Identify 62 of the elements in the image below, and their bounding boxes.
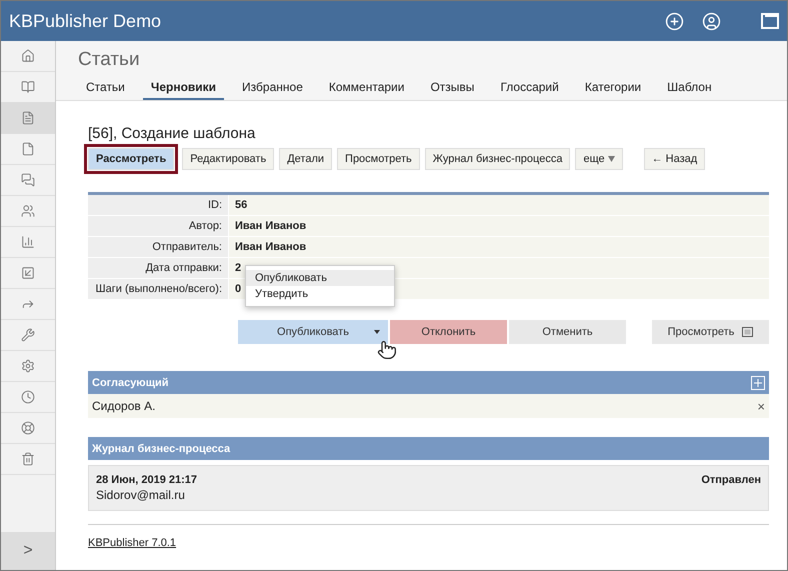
reject-button[interactable]: Отклонить — [390, 320, 507, 344]
toolbar-button[interactable]: Журнал бизнес-процесса — [424, 148, 570, 170]
window-icon — [742, 327, 754, 337]
remove-button[interactable]: × — [757, 398, 765, 414]
caret-icon — [374, 330, 380, 334]
field-label: ID: — [88, 195, 229, 215]
document-icon — [21, 111, 35, 125]
toolbar-button[interactable]: Детали — [279, 148, 332, 170]
user-icon[interactable] — [702, 12, 721, 30]
home-icon — [21, 49, 35, 63]
version-link[interactable]: KBPublisher 7.0.1 — [88, 537, 176, 549]
field-label: Отправитель: — [88, 237, 229, 257]
tab[interactable]: Глоссарий — [492, 77, 567, 100]
preview-button[interactable]: Просмотреть — [652, 320, 769, 344]
toolbar-button[interactable]: Просмотреть — [337, 148, 420, 170]
expand-button[interactable]: > — [1, 532, 55, 570]
tab[interactable]: Черновики — [142, 77, 224, 100]
menu-item[interactable]: Опубликовать — [246, 270, 394, 286]
chat-icon — [21, 173, 35, 187]
trash-icon — [21, 452, 35, 466]
log-date: 28 Июн, 2019 21:17 — [96, 474, 198, 486]
add-icon[interactable] — [751, 376, 765, 390]
add-icon[interactable] — [665, 12, 684, 30]
page-title: Статьи — [78, 49, 141, 71]
tab[interactable]: Статьи — [78, 77, 133, 100]
publish-button[interactable]: Опубликовать — [238, 320, 388, 344]
tab[interactable]: Комментарии — [320, 77, 412, 100]
lifebuoy-icon — [21, 421, 35, 435]
log-user: Sidorov@mail.ru — [96, 488, 186, 502]
field-value: Иван Иванов — [229, 216, 769, 236]
image-box-icon — [21, 266, 35, 280]
book-icon — [21, 80, 35, 94]
tab[interactable]: Шаблон — [659, 77, 720, 100]
approver-name: Сидоров А. — [92, 399, 156, 413]
clock-icon — [21, 390, 35, 404]
wrench-icon — [21, 328, 35, 342]
section-title: Журнал бизнес-процесса — [92, 442, 230, 454]
field-label: Автор: — [88, 216, 229, 236]
window-icon[interactable] — [761, 13, 779, 29]
sidebar-item[interactable] — [1, 103, 55, 134]
users-icon — [21, 204, 35, 218]
tab[interactable]: Отзывы — [422, 77, 482, 100]
field-value: Иван Иванов — [229, 237, 769, 257]
log-status: Отправлен — [701, 474, 761, 486]
record-title: [56], Создание шаблона — [88, 125, 256, 142]
back-button[interactable]: ← Назад — [644, 148, 706, 170]
toolbar-button[interactable]: Редактировать — [182, 148, 274, 170]
caret-icon — [608, 156, 615, 162]
tab[interactable]: Категории — [576, 77, 650, 100]
field-value: 56 — [229, 195, 769, 215]
file-icon — [21, 142, 35, 156]
app-title: KBPublisher Demo — [9, 10, 162, 32]
more-button[interactable]: еще — [575, 148, 623, 170]
section-title: Согласующий — [92, 376, 169, 388]
settings-icon — [21, 359, 35, 373]
bar-chart-icon — [21, 235, 35, 249]
hand-cursor-icon — [377, 340, 397, 360]
cancel-button[interactable]: Отменить — [509, 320, 626, 344]
menu-item[interactable]: Утвердить — [246, 286, 394, 302]
tab[interactable]: Избранное — [234, 77, 311, 100]
field-label: Дата отправки: — [88, 258, 229, 278]
field-label: Шаги (выполнено/всего): — [88, 279, 229, 299]
